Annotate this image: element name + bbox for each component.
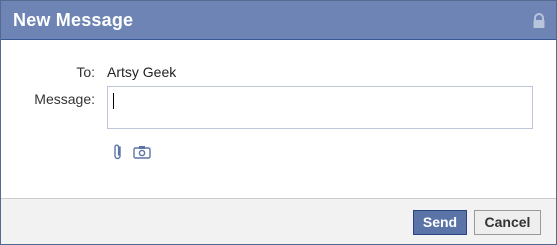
lock-icon: [533, 13, 545, 28]
message-label: Message:: [34, 91, 95, 107]
to-label: To:: [76, 64, 95, 80]
send-button[interactable]: Send: [413, 210, 467, 235]
dialog-footer: Send Cancel: [1, 198, 556, 244]
recipient-name: Artsy Geek: [107, 64, 177, 80]
cancel-button[interactable]: Cancel: [474, 210, 541, 235]
message-input[interactable]: [107, 86, 533, 129]
camera-icon[interactable]: [133, 145, 151, 159]
dialog-title: New Message: [13, 10, 134, 30]
dialog-titlebar: New Message: [1, 1, 556, 40]
new-message-dialog: New Message To: Artsy Geek Message: Send…: [0, 0, 557, 245]
text-caret: [113, 93, 114, 109]
paperclip-icon[interactable]: [111, 143, 125, 161]
